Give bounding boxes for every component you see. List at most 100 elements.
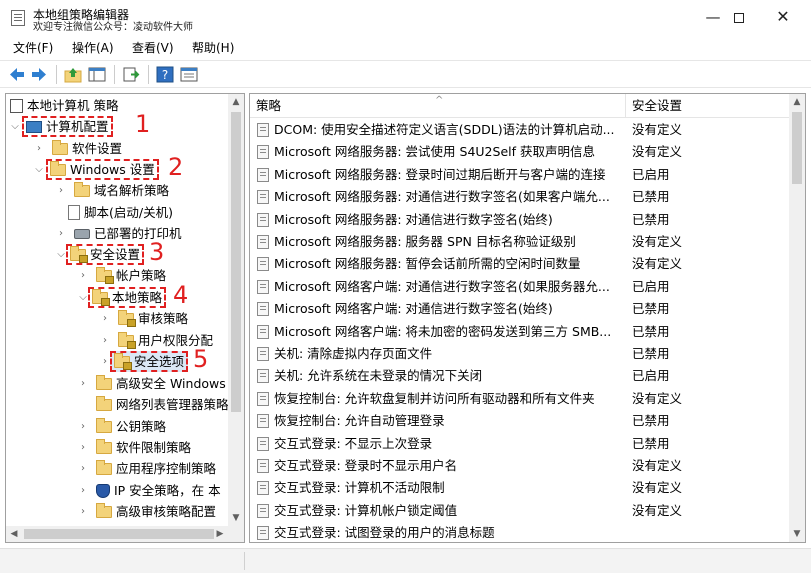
policy-row[interactable]: 关机: 允许系统在未登录的情况下关闭 已启用 xyxy=(250,365,788,388)
menu-file[interactable]: 文件(F) xyxy=(13,40,53,56)
scroll-right-icon[interactable]: ▶ xyxy=(212,526,228,542)
policy-setting: 没有定义 xyxy=(632,458,683,473)
policy-row[interactable]: Microsoft 网络客户端: 对通信进行数字签名(如果服务器允... 已启用 xyxy=(250,276,788,299)
toolbar-separator xyxy=(148,65,149,84)
scroll-down-icon[interactable]: ▼ xyxy=(228,510,244,526)
chevron-right-icon[interactable]: › xyxy=(34,138,44,159)
scroll-thumb[interactable] xyxy=(24,529,214,539)
tree-item-app-control[interactable]: › 应用程序控制策略 xyxy=(78,458,216,479)
chevron-down-icon[interactable]: ⌵ xyxy=(78,287,88,308)
tree-item-label: 网络列表管理器策略 xyxy=(115,397,229,412)
chevron-right-icon[interactable]: › xyxy=(78,480,88,501)
menu-view[interactable]: 查看(V) xyxy=(132,40,174,56)
chevron-right-icon[interactable]: › xyxy=(78,501,88,522)
tree-vertical-scrollbar[interactable]: ▲ ▼ xyxy=(228,94,244,526)
policy-row[interactable]: Microsoft 网络服务器: 尝试使用 S4U2Self 获取声明信息 没有定… xyxy=(250,141,788,164)
folder-icon xyxy=(96,439,112,454)
tree-item-dns-policy[interactable]: › 域名解析策略 xyxy=(56,180,169,201)
tree-item-windows-settings[interactable]: ⌵ Windows 设置 xyxy=(34,159,159,180)
chevron-down-icon[interactable]: ⌵ xyxy=(34,159,44,180)
chevron-right-icon[interactable]: › xyxy=(78,437,88,458)
policy-row[interactable]: 恢复控制台: 允许自动管理登录 已禁用 xyxy=(250,410,788,433)
export-list-icon[interactable] xyxy=(122,66,140,83)
menu-help[interactable]: 帮助(H) xyxy=(192,40,234,56)
tree-item-root[interactable]: 本地计算机 策略 xyxy=(10,95,118,116)
policy-row[interactable]: Microsoft 网络客户端: 对通信进行数字签名(始终) 已禁用 xyxy=(250,298,788,321)
policy-setting: 已禁用 xyxy=(632,346,670,361)
policy-row[interactable]: DCOM: 使用安全描述符定义语言(SDDL)语法的计算机启动... 没有定义 xyxy=(250,119,788,142)
policy-name: Microsoft 网络服务器: 暂停会话前所需的空闲时间数量 xyxy=(274,256,581,272)
tree-item-advanced-audit[interactable]: › 高级审核策略配置 xyxy=(78,501,216,522)
tree-item-scripts[interactable]: 脚本(启动/关机) xyxy=(56,202,173,223)
tree-item-label: 本地策略 xyxy=(111,290,162,305)
policy-name: 恢复控制台: 允许自动管理登录 xyxy=(274,413,445,429)
chevron-right-icon[interactable]: › xyxy=(100,330,110,351)
maximize-button[interactable] xyxy=(716,4,762,30)
tree-item-network-list[interactable]: 网络列表管理器策略 xyxy=(78,394,229,415)
tree-item-account-policy[interactable]: › 帐户策略 xyxy=(78,265,166,286)
policy-row[interactable]: 交互式登录: 计算机帐户锁定阈值 没有定义 xyxy=(250,500,788,523)
column-header-setting[interactable]: 安全设置 xyxy=(626,94,790,118)
policy-setting: 没有定义 xyxy=(632,390,683,406)
policy-row[interactable]: 关机: 清除虚拟内存页面文件 已禁用 xyxy=(250,343,788,366)
annotation-number: 1 xyxy=(135,110,151,138)
tree-item-security-settings[interactable]: ⌵ 安全设置 xyxy=(56,244,144,265)
policy-row[interactable]: 交互式登录: 计算机不活动限制 没有定义 xyxy=(250,477,788,500)
chevron-right-icon[interactable]: › xyxy=(78,416,88,437)
policy-icon xyxy=(257,391,269,406)
policy-row[interactable]: Microsoft 网络客户端: 将未加密的密码发送到第三方 SMB... 已禁用 xyxy=(250,321,788,344)
scroll-down-icon[interactable]: ▼ xyxy=(789,526,805,542)
policy-icon xyxy=(257,235,269,249)
policy-row[interactable]: 交互式登录: 试图登录的用户的消息标题 xyxy=(250,522,788,542)
show-hide-tree-icon[interactable] xyxy=(88,66,106,83)
policy-row[interactable]: 恢复控制台: 允许软盘复制并访问所有驱动器和所有文件夹 没有定义 xyxy=(250,388,788,411)
scroll-thumb[interactable] xyxy=(231,112,241,412)
back-arrow-icon[interactable] xyxy=(8,66,26,83)
tree-horizontal-scrollbar[interactable]: ◀ ▶ xyxy=(6,526,244,542)
policy-row[interactable]: Microsoft 网络服务器: 对通信进行数字签名(如果客户端允... 已禁用 xyxy=(250,186,788,209)
tree-item-label: 软件设置 xyxy=(71,141,122,156)
policy-name: Microsoft 网络服务器: 服务器 SPN 目标名称验证级别 xyxy=(274,234,576,249)
tree-item-computer-config[interactable]: ⌵ 计算机配置 xyxy=(10,116,113,137)
policy-row[interactable]: 交互式登录: 不显示上次登录 已禁用 xyxy=(250,433,788,456)
security-folder-icon xyxy=(118,332,136,349)
up-folder-icon[interactable] xyxy=(64,66,82,83)
tree-item-local-policy[interactable]: ⌵ 本地策略 xyxy=(78,287,166,308)
tree-item-security-options[interactable]: › 安全选项 xyxy=(100,351,188,372)
tree-item-ip-security[interactable]: › IP 安全策略，在 本 xyxy=(78,480,221,501)
chevron-down-icon[interactable]: ⌵ xyxy=(10,116,20,137)
chevron-down-icon[interactable]: ⌵ xyxy=(56,244,66,265)
chevron-right-icon[interactable]: › xyxy=(56,223,66,244)
tree-item-public-key[interactable]: › 公钥策略 xyxy=(78,416,166,437)
scroll-thumb[interactable] xyxy=(792,112,802,184)
scroll-up-icon[interactable]: ▲ xyxy=(228,94,244,110)
tree-item-label: 安全选项 xyxy=(133,354,184,369)
policy-row[interactable]: Microsoft 网络服务器: 服务器 SPN 目标名称验证级别 没有定义 xyxy=(250,231,788,254)
policy-icon xyxy=(257,257,269,272)
tree-item-software-restriction[interactable]: › 软件限制策略 xyxy=(78,437,191,458)
close-button[interactable]: ✕ xyxy=(760,4,806,30)
policy-row[interactable]: Microsoft 网络服务器: 暂停会话前所需的空闲时间数量 没有定义 xyxy=(250,253,788,276)
scroll-up-icon[interactable]: ▲ xyxy=(789,94,805,110)
policy-setting: 已禁用 xyxy=(632,211,670,227)
tree-item-audit-policy[interactable]: › 审核策略 xyxy=(100,308,188,329)
chevron-right-icon[interactable]: › xyxy=(78,265,88,286)
tree-item-software-settings[interactable]: › 软件设置 xyxy=(34,138,122,159)
help-icon[interactable]: ? xyxy=(156,66,174,83)
forward-arrow-icon[interactable] xyxy=(30,66,48,83)
policy-row[interactable]: 交互式登录: 登录时不显示用户名 没有定义 xyxy=(250,455,788,478)
column-header-policy[interactable]: 策略 ^ xyxy=(250,94,626,118)
chevron-right-icon[interactable]: › xyxy=(100,308,110,329)
policy-row[interactable]: Microsoft 网络服务器: 对通信进行数字签名(始终) 已禁用 xyxy=(250,209,788,232)
chevron-right-icon[interactable]: › xyxy=(78,458,88,479)
chevron-right-icon[interactable]: › xyxy=(56,180,66,201)
chevron-right-icon[interactable]: › xyxy=(78,373,88,394)
properties-icon[interactable] xyxy=(180,66,198,83)
chevron-right-icon[interactable]: › xyxy=(100,351,110,372)
list-vertical-scrollbar[interactable]: ▲ ▼ xyxy=(789,94,805,542)
policy-row[interactable]: Microsoft 网络服务器: 登录时间过期后断开与客户端的连接 已启用 xyxy=(250,164,788,187)
tree-item-advanced-firewall[interactable]: › 高级安全 Windows xyxy=(78,373,226,394)
scroll-left-icon[interactable]: ◀ xyxy=(6,526,22,542)
tree-pane: 本地计算机 策略 ⌵ 计算机配置 › 软件设置 ⌵ Windows 设置 › 域… xyxy=(5,93,245,543)
menu-action[interactable]: 操作(A) xyxy=(72,40,114,56)
